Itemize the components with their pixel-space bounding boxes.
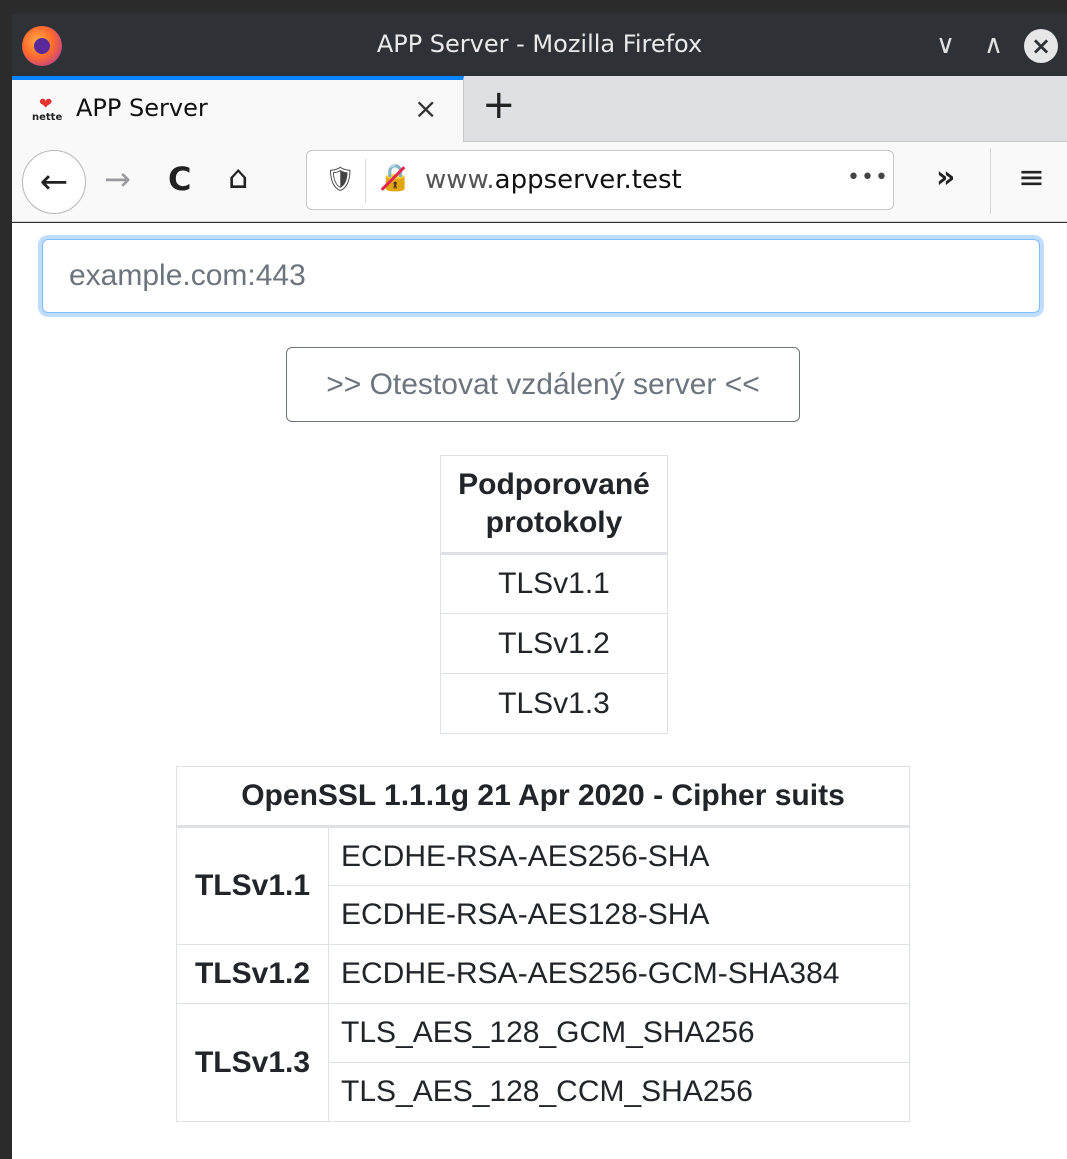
table-row: TLSv1.3 [440, 673, 668, 734]
test-remote-server-button[interactable]: >> Otestovat vzdálený server << [286, 347, 800, 422]
window-titlebar: APP Server - Mozilla Firefox ∨ ∧ × [12, 14, 1067, 76]
protocol-cell: TLSv1.1 [440, 553, 668, 614]
reload-button[interactable]: C [168, 160, 191, 198]
tls-version-cell: TLSv1.3 [176, 1003, 329, 1122]
minimize-icon[interactable]: ∨ [936, 32, 955, 58]
tab-bar: ❤ nette APP Server × + [12, 76, 1067, 142]
url-bar[interactable]: 🛡 🔒 www.appserver.test ••• [306, 150, 894, 210]
toolbar-overflow-button[interactable]: » [936, 160, 955, 195]
navigation-toolbar: ← → C ⌂ 🛡 🔒 www.appserver.test ••• » ≡ [12, 142, 1067, 222]
table-row: TLSv1.2 ECDHE-RSA-AES256-GCM-SHA384 [176, 944, 910, 1004]
cipher-suites-table: OpenSSL 1.1.1g 21 Apr 2020 - Cipher suit… [176, 766, 910, 1122]
new-tab-button[interactable]: + [482, 82, 516, 128]
favicon-text: nette [32, 112, 63, 123]
tab-app-server[interactable]: ❤ nette APP Server × [12, 76, 464, 142]
cipher-suite-cell: ECDHE-RSA-AES256-GCM-SHA384 [328, 944, 910, 1004]
url-bar-divider [365, 159, 366, 203]
cipher-suite-cell: ECDHE-RSA-AES128-SHA [328, 885, 910, 945]
close-window-icon[interactable]: × [1024, 29, 1058, 63]
home-button[interactable]: ⌂ [228, 158, 248, 196]
page-content: >> Otestovat vzdálený server << Podporov… [12, 223, 1067, 1159]
tls-version-cell: TLSv1.2 [176, 944, 329, 1004]
table-row: TLSv1.1 ECDHE-RSA-AES256-SHA [176, 826, 910, 945]
protocols-header-line2: protokoly [485, 506, 623, 539]
table-row: TLSv1.3 TLS_AES_128_GCM_SHA256 [176, 1003, 910, 1122]
nette-favicon-icon: ❤ nette [32, 96, 62, 126]
cipher-table-header: OpenSSL 1.1.1g 21 Apr 2020 - Cipher suit… [176, 766, 910, 828]
window-title: APP Server - Mozilla Firefox [376, 30, 703, 58]
cipher-suite-cell: TLS_AES_128_GCM_SHA256 [328, 1003, 910, 1063]
table-row: TLSv1.2 [440, 613, 668, 674]
page-actions-icon[interactable]: ••• [847, 165, 889, 190]
url-prefix: www. [425, 165, 495, 195]
back-button[interactable]: ← [22, 150, 86, 214]
cipher-suite-cell: TLS_AES_128_CCM_SHA256 [328, 1062, 910, 1122]
maximize-icon[interactable]: ∧ [984, 32, 1003, 58]
tab-label: APP Server [76, 94, 208, 122]
hamburger-menu-button[interactable]: ≡ [1018, 158, 1045, 196]
cipher-suite-cell: ECDHE-RSA-AES256-SHA [328, 826, 910, 886]
toolbar-divider [990, 148, 991, 214]
tls-version-cell: TLSv1.1 [176, 826, 329, 945]
tab-close-icon[interactable]: × [414, 92, 437, 125]
insecure-connection-icon[interactable]: 🔒 [379, 163, 411, 193]
url-domain: appserver.test [494, 165, 682, 195]
protocols-header-line1: Podporované [458, 468, 650, 501]
protocol-cell: TLSv1.2 [440, 613, 668, 674]
tracking-protection-shield-icon[interactable]: 🛡 [325, 165, 355, 193]
heart-icon: ❤ [39, 94, 53, 113]
forward-button[interactable]: → [104, 160, 131, 198]
supported-protocols-table: Podporované protokoly TLSv1.1 TLSv1.2 TL… [440, 455, 668, 734]
url-text[interactable]: www.appserver.test [425, 165, 682, 195]
host-input[interactable] [42, 239, 1040, 313]
protocol-cell: TLSv1.3 [440, 673, 668, 734]
table-row: TLSv1.1 [440, 553, 668, 614]
protocols-header: Podporované protokoly [440, 455, 668, 555]
